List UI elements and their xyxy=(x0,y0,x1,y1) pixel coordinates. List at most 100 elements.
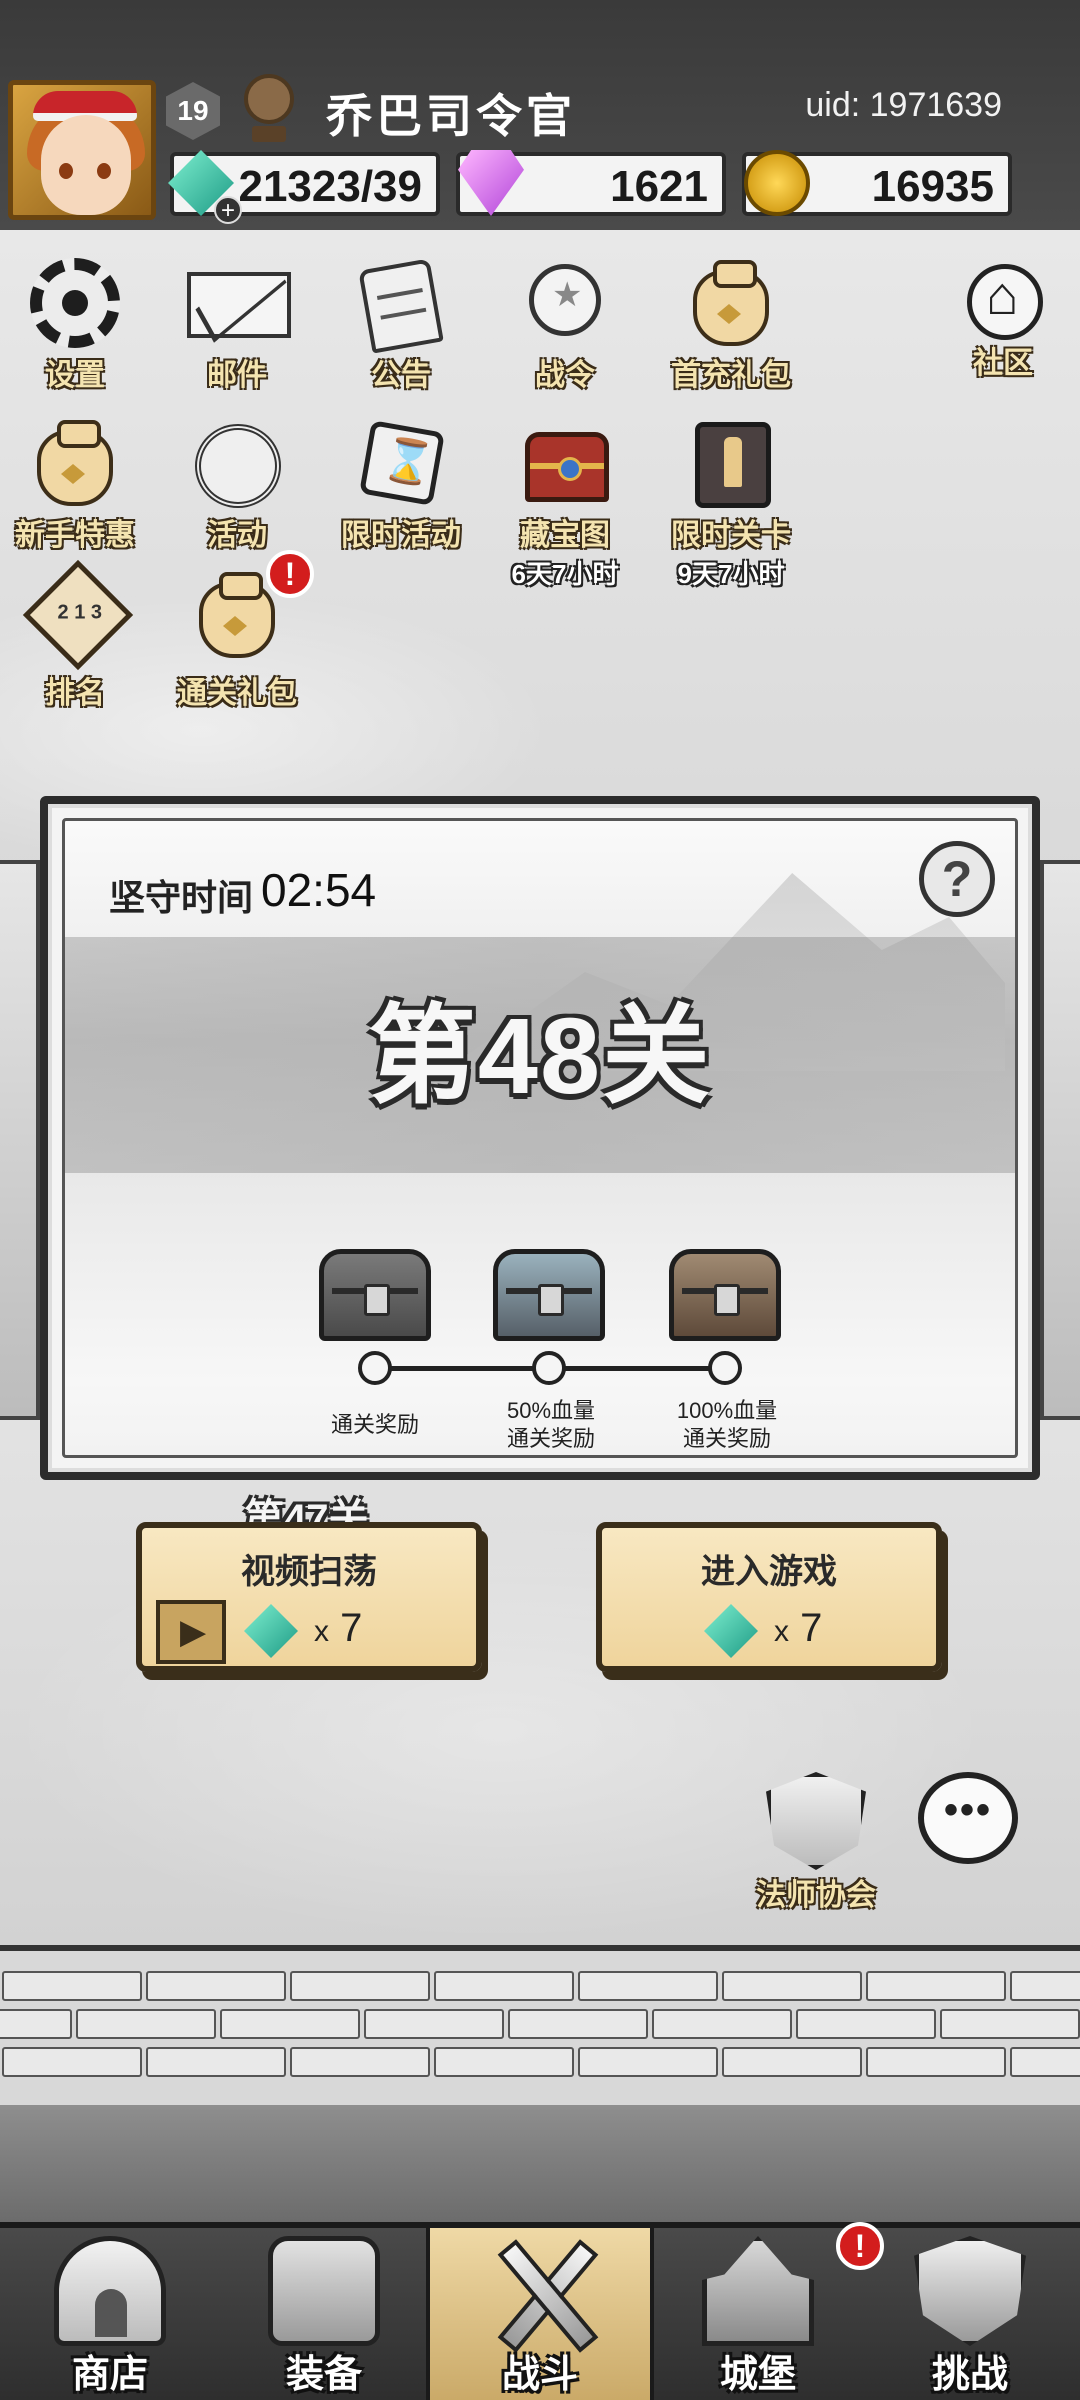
treasure-map-timer: 6天7小时 xyxy=(511,559,619,589)
nav-battle[interactable]: 战斗 xyxy=(426,2228,654,2400)
reward-chest-icon[interactable] xyxy=(669,1249,781,1341)
newbie-offer-label: 新手特惠 xyxy=(15,519,135,552)
limited-stage-timer: 9天7小时 xyxy=(677,559,785,589)
castle-alert-badge: ! xyxy=(836,2222,884,2270)
crossed-swords-icon xyxy=(488,2236,600,2346)
announcement-button[interactable]: 公告 xyxy=(326,258,476,394)
reward-label-line: 50%血量 xyxy=(506,1398,596,1423)
backpack-icon xyxy=(268,2236,380,2346)
battle-pass-label: 战令 xyxy=(535,359,595,392)
add-stamina-button[interactable]: + xyxy=(214,196,242,224)
shop-hut-icon xyxy=(54,2236,166,2346)
newbie-offer-button[interactable]: 新手特惠 xyxy=(0,418,150,554)
nav-shop-label: 商店 xyxy=(71,2354,148,2396)
gear-icon xyxy=(30,258,120,348)
nav-shop[interactable]: 商店 xyxy=(10,2228,210,2400)
announcement-label: 公告 xyxy=(371,359,431,392)
stage-panel: 坚守时间 02:54 ? 第48关 通关奖励 50%血量 通关奖励 100%血量… xyxy=(40,796,1040,1480)
ranking-icon: 2 1 3 xyxy=(22,559,134,671)
chat-button[interactable]: ••• xyxy=(918,1772,1018,1864)
hourglass-icon xyxy=(359,420,445,506)
treasure-chest-icon xyxy=(525,432,609,502)
brick-wall xyxy=(0,1945,1080,2105)
community-button[interactable]: 社区 xyxy=(928,258,1078,382)
reward-label-line: 通关奖励 xyxy=(506,1426,595,1451)
ranking-icon-digits: 2 1 3 xyxy=(57,601,103,624)
nav-challenge[interactable]: 挑战 xyxy=(870,2228,1070,2400)
trophy-icon[interactable] xyxy=(234,74,304,144)
stage-title: 第48关 xyxy=(367,995,713,1116)
enter-game-cost: x 7 xyxy=(774,1606,822,1651)
player-avatar[interactable] xyxy=(8,80,156,220)
settings-label: 设置 xyxy=(45,359,105,392)
reward-node xyxy=(358,1351,392,1385)
limited-stage-button[interactable]: 限时关卡 9天7小时 xyxy=(656,418,806,591)
video-sweep-button[interactable]: 视频扫荡 x 7 xyxy=(136,1522,482,1672)
ranking-label: 排名 xyxy=(45,677,105,710)
video-sweep-cost: x 7 xyxy=(314,1606,362,1651)
first-recharge-gift-label: 首充礼包 xyxy=(671,359,791,392)
clear-gift-alert-badge: ! xyxy=(266,550,314,598)
video-sweep-title: 视频扫荡 xyxy=(241,1553,377,1591)
reward-label: 50%血量 通关奖励 xyxy=(461,1397,641,1453)
reward-label: 通关奖励 xyxy=(330,1412,419,1437)
enter-game-title: 进入游戏 xyxy=(701,1553,837,1591)
reward-node xyxy=(532,1351,566,1385)
cost-multiplier: x xyxy=(314,1615,329,1648)
nav-castle-label: 城堡 xyxy=(719,2354,796,2396)
treasure-map-label: 藏宝图 xyxy=(520,519,610,552)
left-side-strip xyxy=(0,860,40,1420)
settings-button[interactable]: 设置 xyxy=(0,258,150,394)
nav-battle-label: 战斗 xyxy=(501,2354,578,2396)
first-recharge-gift-button[interactable]: 首充礼包 xyxy=(656,258,806,394)
reward-chest-icon[interactable] xyxy=(493,1249,605,1341)
ranking-button[interactable]: 2 1 3 排名 xyxy=(0,559,150,712)
gift-bag-icon xyxy=(37,420,113,506)
treasure-map-button[interactable]: 藏宝图 6天7小时 xyxy=(490,418,640,591)
battle-pass-button[interactable]: 战令 xyxy=(490,258,640,394)
challenge-shield-icon xyxy=(914,2236,1026,2346)
events-label: 活动 xyxy=(207,519,267,552)
reward-node xyxy=(708,1351,742,1385)
reward-label-line: 通关奖励 xyxy=(682,1426,771,1451)
events-button[interactable]: 活动 xyxy=(162,418,312,554)
battle-pass-icon xyxy=(529,264,601,336)
castle-icon xyxy=(702,2236,814,2346)
mail-button[interactable]: 邮件 xyxy=(162,258,312,394)
stamina-gem-icon xyxy=(704,1604,758,1658)
laurel-icon xyxy=(195,424,281,508)
cost-value: 7 xyxy=(800,1606,823,1650)
limited-event-label: 限时活动 xyxy=(341,519,461,552)
gift-bag-icon xyxy=(693,260,769,346)
clear-gift-label: 通关礼包 xyxy=(177,677,297,710)
scroll-icon xyxy=(358,258,444,354)
bottom-navigation: 商店 装备 战斗 城堡 挑战 xyxy=(0,2222,1080,2400)
nav-equipment[interactable]: 装备 xyxy=(224,2228,424,2400)
mage-guild-button[interactable]: 法师协会 xyxy=(726,1772,906,1914)
nav-castle[interactable]: 城堡 xyxy=(658,2228,858,2400)
cost-value: 7 xyxy=(340,1606,363,1650)
nav-challenge-label: 挑战 xyxy=(931,2354,1008,2396)
right-side-strip xyxy=(1040,860,1080,1420)
stamina-value: 21323/39 xyxy=(238,162,422,211)
reward-label: 100%血量 通关奖励 xyxy=(637,1397,817,1453)
hold-time-value: 02:54 xyxy=(261,864,377,916)
mail-icon xyxy=(187,272,291,338)
diamond-value: 1621 xyxy=(610,162,708,211)
gold-value: 16935 xyxy=(871,162,994,211)
player-name: 乔巴司令官 xyxy=(326,90,576,142)
limited-event-button[interactable]: 限时活动 xyxy=(326,418,476,554)
home-icon xyxy=(967,264,1043,340)
player-uid: uid: 1971639 xyxy=(805,86,1002,124)
mage-guild-label: 法师协会 xyxy=(756,1879,876,1912)
video-icon xyxy=(156,1600,226,1664)
reward-chest-icon[interactable] xyxy=(319,1249,431,1341)
mail-label: 邮件 xyxy=(207,359,267,392)
help-button[interactable]: ? xyxy=(919,841,995,917)
gold-coin-icon xyxy=(744,150,810,216)
guild-shield-icon xyxy=(766,1772,866,1870)
stamina-gem-icon xyxy=(244,1604,298,1658)
reward-label-line: 100%血量 xyxy=(676,1398,778,1423)
enter-game-button[interactable]: 进入游戏 x 7 xyxy=(596,1522,942,1672)
limited-stage-label: 限时关卡 xyxy=(671,519,791,552)
